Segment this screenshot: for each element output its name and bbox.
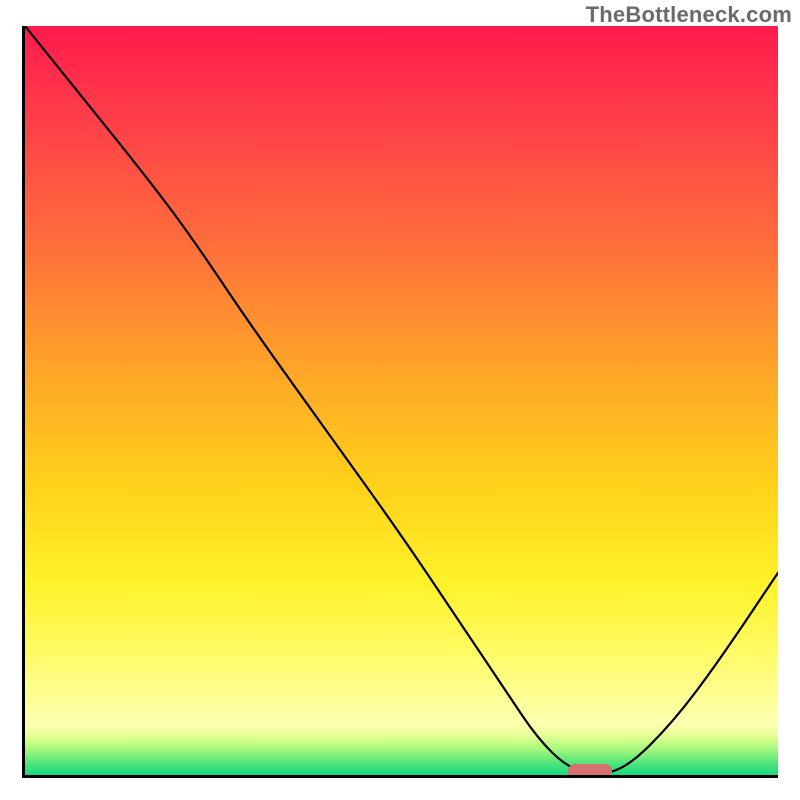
optimum-marker [568, 764, 612, 776]
chart-container: TheBottleneck.com [0, 0, 800, 800]
watermark-text: TheBottleneck.com [586, 2, 792, 28]
plot-area [25, 26, 778, 775]
curve-svg [25, 26, 778, 775]
bottleneck-curve-path [25, 26, 778, 773]
